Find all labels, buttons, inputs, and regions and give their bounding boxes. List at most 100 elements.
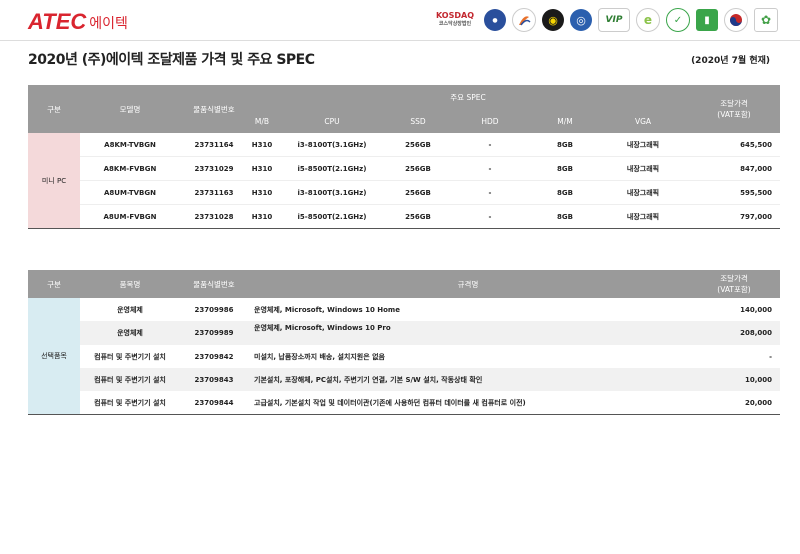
table-row: 컴퓨터 및 주변기기 설치 23709842 미설치, 납품장소까지 배송, 설… [28,345,780,368]
price-cell: - [769,352,772,361]
hdd-cell: - [448,133,532,157]
header-id: 물품식별번호 [180,270,248,298]
globe-icon: ◎ [570,9,592,31]
hdd-cell: - [448,180,532,205]
ssd-cell: 256GB [388,204,448,229]
header-mb: M/B [248,109,276,133]
header-bar: ATEC 에이텍 KOSDAQ 코스닥상장법인 ● ◉ ◎ VIP e ✓ ▮ … [0,0,800,41]
vga-cell: 내장그래픽 [598,156,688,181]
ssd-cell: 256GB [388,156,448,181]
eco-icon: e [636,8,660,32]
header-price: 조달가격 (VAT포함) [688,85,780,133]
mb-cell: H310 [248,180,276,205]
certification-logos: KOSDAQ 코스닥상장법인 ● ◉ ◎ VIP e ✓ ▮ ✿ [432,8,778,32]
id-cell: 23709844 [180,391,248,415]
taegeuk-icon [724,8,748,32]
mm-cell: 8GB [532,156,598,181]
group-label: 선택품목 [28,298,80,415]
mb-cell: H310 [248,156,276,181]
header-price: 조달가격 (VAT포함) [688,270,780,298]
id-cell: 23709986 [194,305,234,314]
table-row: A8UM-FVBGN 23731028 H310 i5-8500T(2.1GHz… [28,204,780,229]
table-row: 컴퓨터 및 주변기기 설치 23709843 기본설치, 포장해체, PC설치,… [28,368,780,391]
vga-cell: 내장그래픽 [598,180,688,205]
date-note: (2020년 7월 현재) [691,56,770,66]
table-row: 미니 PC A8KM-TVBGN 23731164 H310 i3-8100T(… [28,133,780,229]
mb-cell: H310 [248,204,276,229]
mm-cell: 8GB [532,133,598,157]
header-cpu: CPU [276,109,388,133]
table-row: 선택품목 운영체제 23709986 운영체제, Microsoft, Wind… [28,298,780,415]
price-cell: 10,000 [688,368,780,391]
table-row: A8UM-TVBGN 23731163 H310 i3-8100T(3.1GHz… [28,180,780,205]
vga-cell: 내장그래픽 [598,133,688,157]
id-cell: 23731163 [180,180,248,205]
ssd-cell: 256GB [388,133,448,157]
table-row: 컴퓨터 및 주변기기 설치 23709844 고급설치, 기본설치 작업 및 데… [28,391,780,415]
price-cell: 595,500 [688,180,780,205]
price-cell: 645,500 [688,133,780,157]
spec-cell: 운영체제, Microsoft, Windows 10 Pro [248,321,688,345]
id-cell: 23731164 [180,133,248,157]
header-item: 품목명 [80,270,180,298]
header-mm: M/M [532,109,598,133]
circle-logo-icon: ◉ [542,9,564,31]
header-vga: VGA [598,109,688,133]
logo-korean: 에이텍 [89,16,128,32]
mm-cell: 8GB [532,180,598,205]
spec-cell: 기본설치, 포장해체, PC설치, 주변기기 연결, 기본 S/W 설치, 작동… [248,368,688,391]
logo-text: ATEC [28,9,87,34]
price-cell: 208,000 [688,321,780,345]
ssd-cell: 256GB [388,180,448,205]
item-cell: 컴퓨터 및 주변기기 설치 [94,352,166,361]
product-spec-table: 구분 모델명 물품식별번호 주요 SPEC 조달가격 (VAT포함) M/B C… [28,85,780,229]
leaf-box-icon: ▮ [696,9,718,31]
table-row: A8KM-FVBGN 23731029 H310 i5-8500T(2.1GHz… [28,156,780,181]
id-cell: 23709843 [180,368,248,391]
model-cell: A8KM-FVBGN [80,156,180,181]
spec-cell: 운영체제, Microsoft, Windows 10 Home [254,305,400,314]
model-cell: A8UM-TVBGN [80,180,180,205]
company-logo: ATEC 에이텍 [28,9,128,35]
item-cell: 운영체제 [80,321,180,345]
id-cell: 23731029 [180,156,248,181]
price-cell: 20,000 [688,391,780,415]
spec-cell: 고급설치, 기본설치 작업 및 데이터이관(기존에 사용하던 컴퓨터 데이터를 … [248,391,688,415]
header-category: 구분 [28,270,80,298]
seal-icon [512,8,536,32]
hdd-cell: - [448,204,532,229]
model-cell: A8UM-FVBGN [80,204,180,229]
mm-cell: 8GB [532,204,598,229]
item-cell: 컴퓨터 및 주변기기 설치 [80,368,180,391]
price-cell: 140,000 [740,305,772,314]
cpu-cell: i5-8500T(2.1GHz) [276,204,388,229]
plant-icon: ✿ [754,8,778,32]
vip-logo-icon: VIP [598,8,630,32]
emblem-icon: ● [484,9,506,31]
header-ssd: SSD [388,109,448,133]
spec-cell: 미설치, 납품장소까지 배송, 설치지원은 없음 [254,352,385,361]
header-spec: 규격명 [248,270,688,298]
cpu-cell: i3-8100T(3.1GHz) [276,180,388,205]
cpu-cell: i3-8100T(3.1GHz) [276,133,388,157]
header-category: 구분 [28,85,80,133]
cpu-cell: i5-8500T(2.1GHz) [276,156,388,181]
vga-cell: 내장그래픽 [598,204,688,229]
price-cell: 797,000 [688,204,780,229]
id-cell: 23709842 [194,352,234,361]
id-cell: 23731028 [180,204,248,229]
mb-cell: H310 [248,133,276,157]
id-cell: 23709989 [180,321,248,345]
page-title: 2020년 (주)에이텍 조달제품 가격 및 주요 SPEC [28,52,315,68]
group-label: 미니 PC [28,133,80,229]
item-cell: 운영체제 [117,305,143,314]
options-table: 구분 품목명 물품식별번호 규격명 조달가격 (VAT포함) 선택품목 운영체제… [28,270,780,415]
header-spec: 주요 SPEC [248,85,688,109]
header-model: 모델명 [80,85,180,133]
hdd-cell: - [448,156,532,181]
header-id: 물품식별번호 [180,85,248,133]
model-cell: A8KM-TVBGN [80,133,180,157]
kosdaq-logo: KOSDAQ 코스닥상장법인 [432,9,478,31]
header-hdd: HDD [448,109,532,133]
green-badge-icon: ✓ [666,8,690,32]
